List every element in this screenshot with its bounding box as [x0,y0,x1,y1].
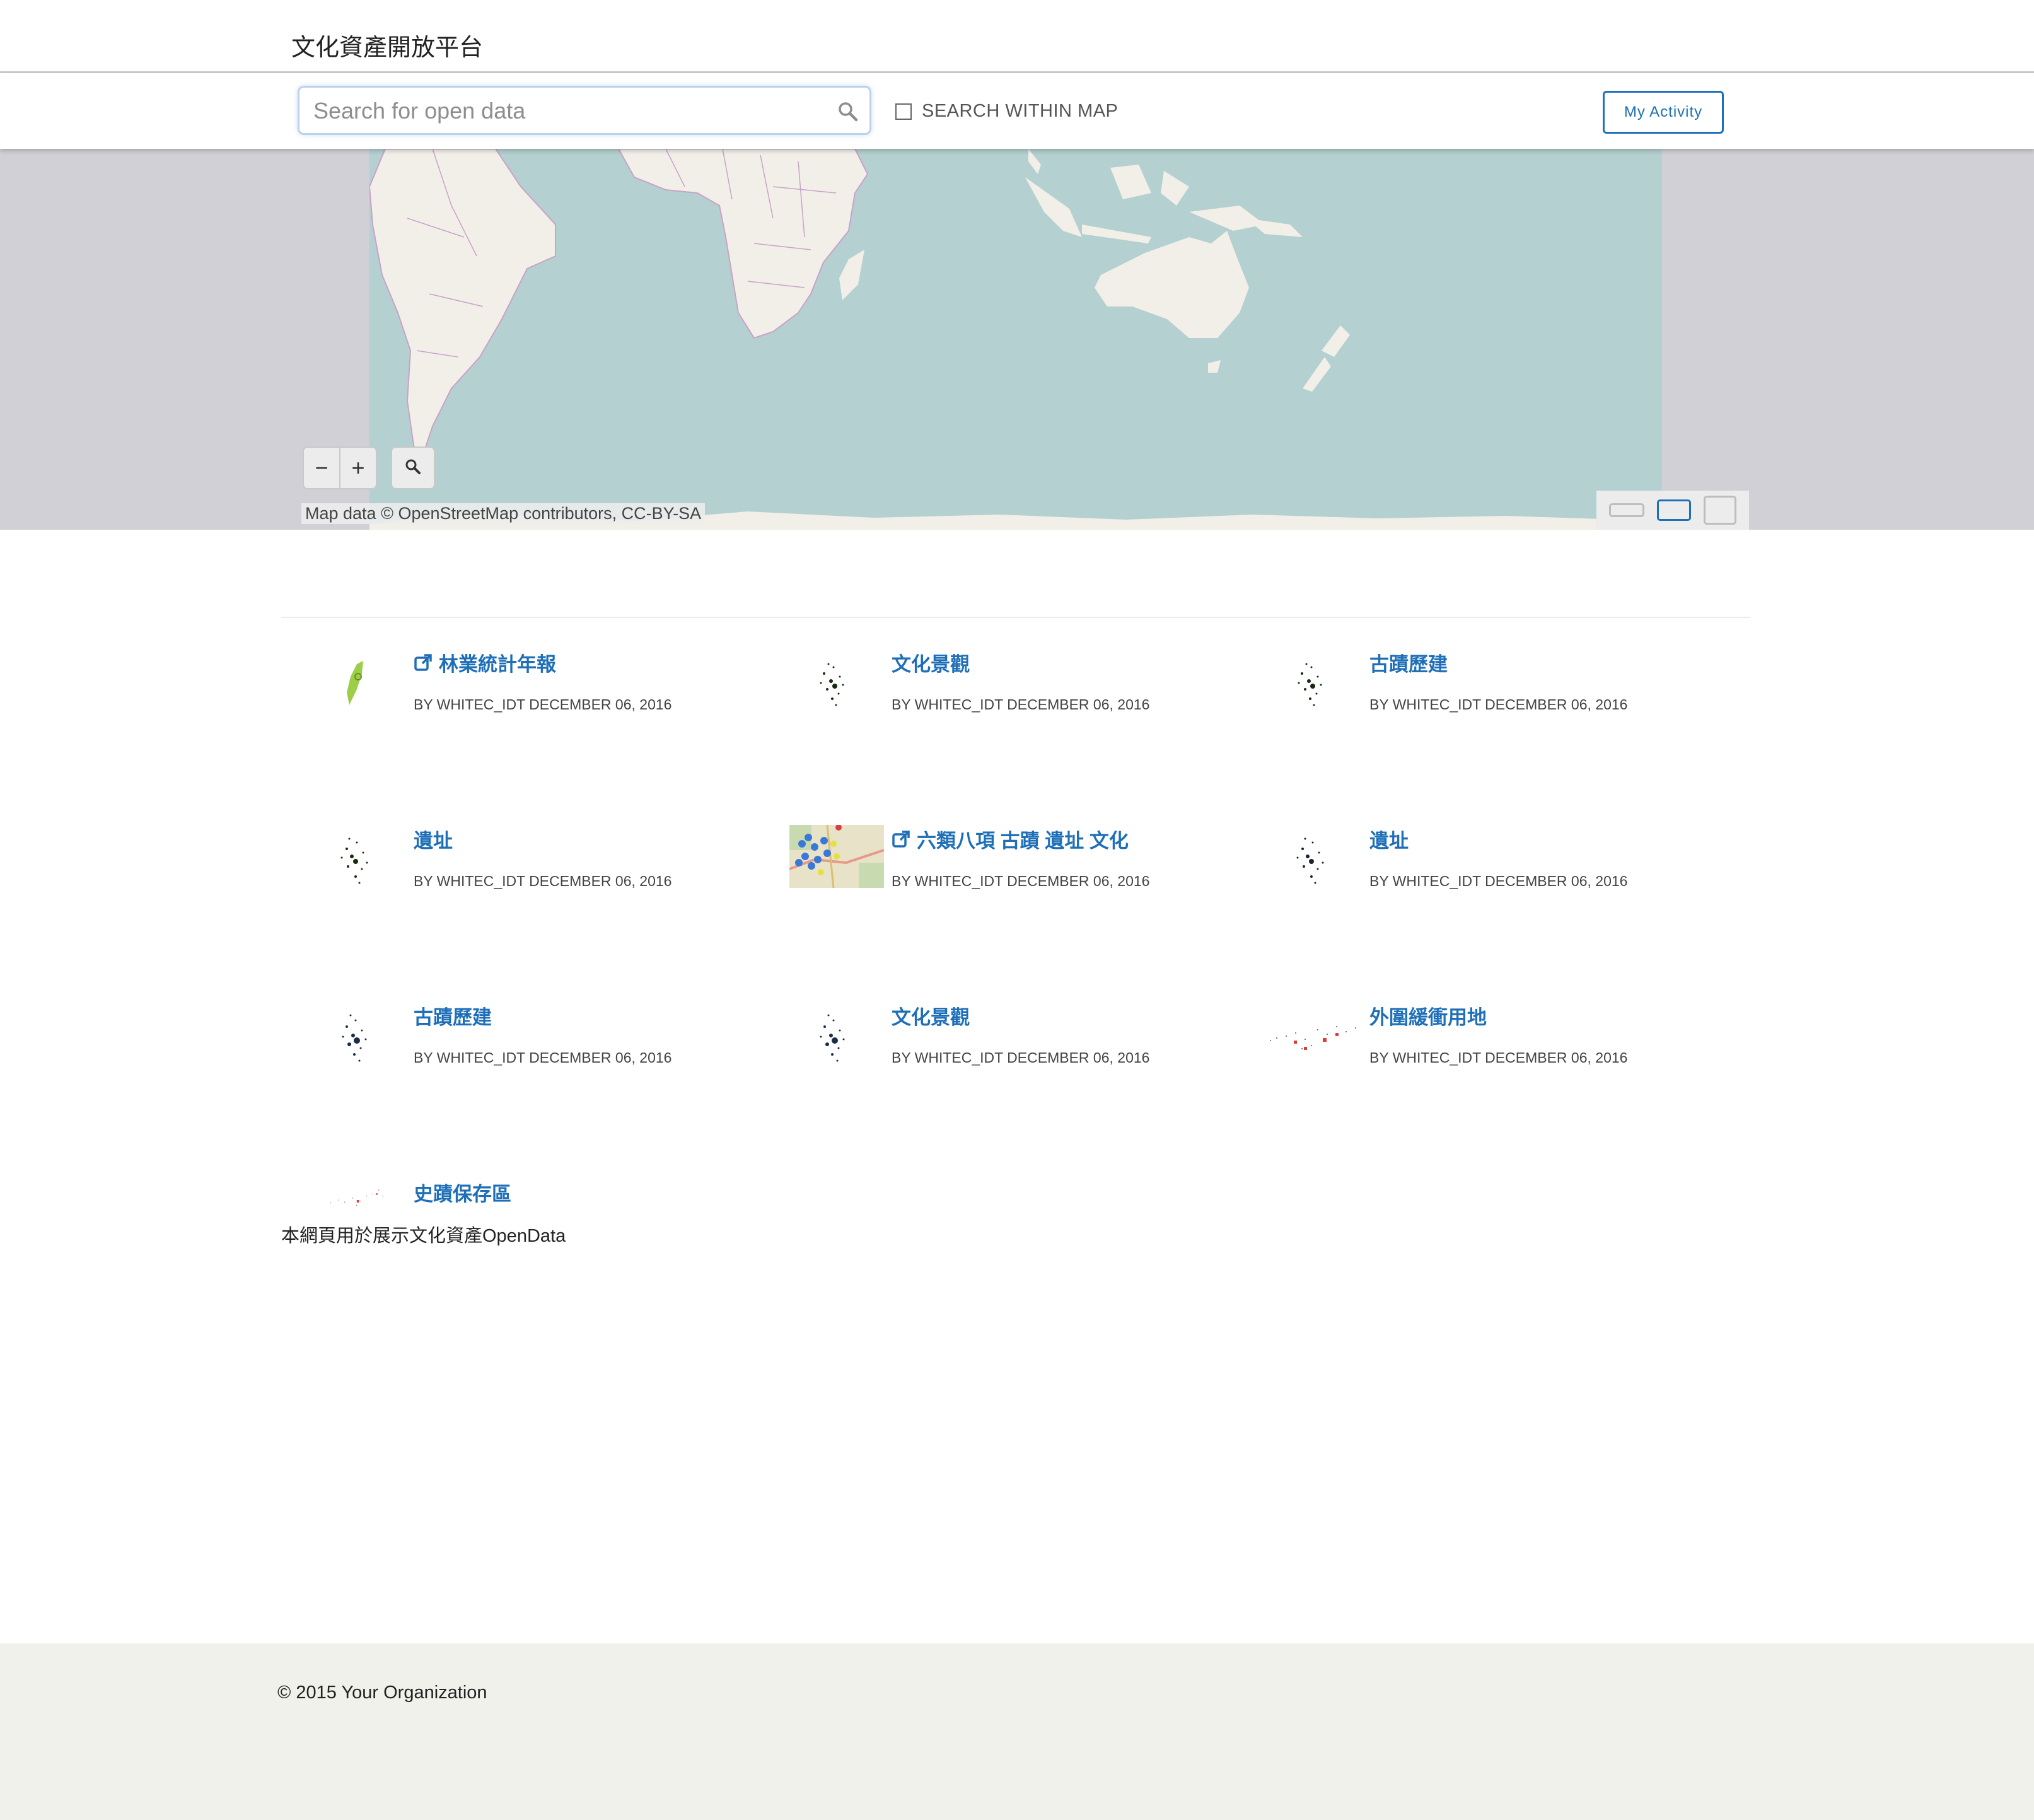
item-meta: BY WHITEC_IDT DECEMBER 06, 2016 [1369,1049,1628,1066]
scatter-navy-icon[interactable] [311,1001,406,1071]
list-item[interactable]: 遺址 BY WHITEC_IDT DECEMBER 06, 2016 [1267,825,1734,951]
taiwan-green-icon[interactable] [311,648,406,718]
scatter-red-icon[interactable] [311,1178,406,1222]
item-title[interactable]: 古蹟歷建 [1369,648,1448,677]
page-footer: © 2015 Your Organization [0,1643,2034,1820]
map-controls: − + [303,446,435,489]
scatter-dark-icon[interactable] [311,825,406,894]
scatter-dark-icon[interactable] [1267,648,1362,718]
map-size-toggles [1596,491,1749,530]
item-title-link[interactable]: 林業統計年報 [414,648,556,677]
item-title[interactable]: 遺址 [1369,825,1409,853]
list-item[interactable]: 史蹟保存區 [311,1178,778,1222]
search-within-map-label[interactable]: SEARCH WITHIN MAP [922,101,1118,122]
item-meta: BY WHITEC_IDT DECEMBER 06, 2016 [414,873,672,889]
item-meta: BY WHITEC_IDT DECEMBER 06, 2016 [414,1049,672,1066]
list-item[interactable]: 外圍緩衝用地 BY WHITEC_IDT DECEMBER 06, 2016 [1267,1001,1734,1128]
search-within-map[interactable]: SEARCH WITHIN MAP [895,101,1118,122]
search-icon[interactable] [837,100,859,123]
item-meta: BY WHITEC_IDT DECEMBER 06, 2016 [892,873,1150,889]
copyright-text: © 2015 Your Organization [277,1683,487,1703]
item-title-link[interactable]: 遺址 [1369,825,1409,853]
item-title-link[interactable]: 史蹟保存區 [414,1178,511,1206]
scatter-dark-icon[interactable] [1267,825,1362,894]
item-meta: BY WHITEC_IDT DECEMBER 06, 2016 [414,696,672,713]
map-size-medium-toggle[interactable] [1657,499,1691,521]
item-title-link[interactable]: 文化景觀 [892,648,970,677]
map-attribution: Map data © OpenStreetMap contributors, C… [301,503,706,524]
zoom-out-button[interactable]: − [304,448,339,488]
scatter-dark-icon[interactable] [789,648,884,718]
map-markers-icon[interactable] [789,825,884,894]
item-title[interactable]: 遺址 [414,825,453,853]
map-search-button[interactable] [391,446,435,489]
map-section: − + Map data © OpenStreetMap contributor… [0,149,2034,530]
zoom-controls: − + [303,446,377,489]
item-title-link[interactable]: 文化景觀 [892,1001,970,1030]
item-title[interactable]: 古蹟歷建 [414,1001,492,1030]
item-meta: BY WHITEC_IDT DECEMBER 06, 2016 [1369,696,1628,713]
item-title[interactable]: 外圍緩衝用地 [1369,1001,1487,1030]
item-title-link[interactable]: 外圍緩衝用地 [1369,1001,1487,1030]
page-description: 本網頁用於展示文化資產OpenData [281,1226,566,1246]
scatter-navy-icon[interactable] [789,1001,884,1071]
search-box[interactable] [298,86,871,135]
list-item[interactable]: 古蹟歷建 BY WHITEC_IDT DECEMBER 06, 2016 [311,1001,778,1128]
item-title[interactable]: 文化景觀 [892,1001,970,1030]
zoom-in-button[interactable]: + [340,448,376,488]
item-title[interactable]: 史蹟保存區 [414,1178,511,1206]
item-title-link[interactable]: 古蹟歷建 [414,1001,492,1030]
external-link-icon [414,653,433,672]
map-size-small-toggle[interactable] [1609,503,1644,517]
item-meta: BY WHITEC_IDT DECEMBER 06, 2016 [1369,873,1628,889]
search-input[interactable] [312,95,819,127]
list-item[interactable]: 文化景觀 BY WHITEC_IDT DECEMBER 06, 2016 [789,1001,1256,1128]
item-meta: BY WHITEC_IDT DECEMBER 06, 2016 [892,1049,1150,1066]
content-divider [281,617,1750,618]
map-size-large-toggle[interactable] [1704,496,1736,525]
list-item[interactable]: 遺址 BY WHITEC_IDT DECEMBER 06, 2016 [311,825,778,951]
site-title[interactable]: 文化資產開放平台 [291,28,483,62]
list-item[interactable]: 古蹟歷建 BY WHITEC_IDT DECEMBER 06, 2016 [1267,648,1734,774]
item-title[interactable]: 文化景觀 [892,648,970,677]
item-title-link[interactable]: 六類八項 古蹟 遺址 文化 [892,825,1129,853]
magnifier-icon [404,457,422,479]
my-activity-button[interactable]: My Activity [1603,91,1724,134]
site-header: 文化資產開放平台 [0,0,2034,73]
list-item[interactable]: 文化景觀 BY WHITEC_IDT DECEMBER 06, 2016 [789,648,1256,774]
list-item[interactable]: 林業統計年報 BY WHITEC_IDT DECEMBER 06, 2016 [311,648,778,774]
item-title[interactable]: 六類八項 古蹟 遺址 文化 [917,825,1129,853]
search-within-map-checkbox[interactable] [895,103,912,120]
list-item[interactable]: 六類八項 古蹟 遺址 文化 BY WHITEC_IDT DECEMBER 06,… [789,825,1256,951]
search-bar: SEARCH WITHIN MAP My Activity [0,73,2034,149]
external-link-icon [892,830,910,849]
item-title-link[interactable]: 遺址 [414,825,453,853]
item-meta: BY WHITEC_IDT DECEMBER 06, 2016 [892,696,1150,713]
item-title[interactable]: 林業統計年報 [439,648,556,677]
item-title-link[interactable]: 古蹟歷建 [1369,648,1448,677]
world-map[interactable] [369,149,1662,530]
scatter-red-icon[interactable] [1267,1001,1362,1071]
